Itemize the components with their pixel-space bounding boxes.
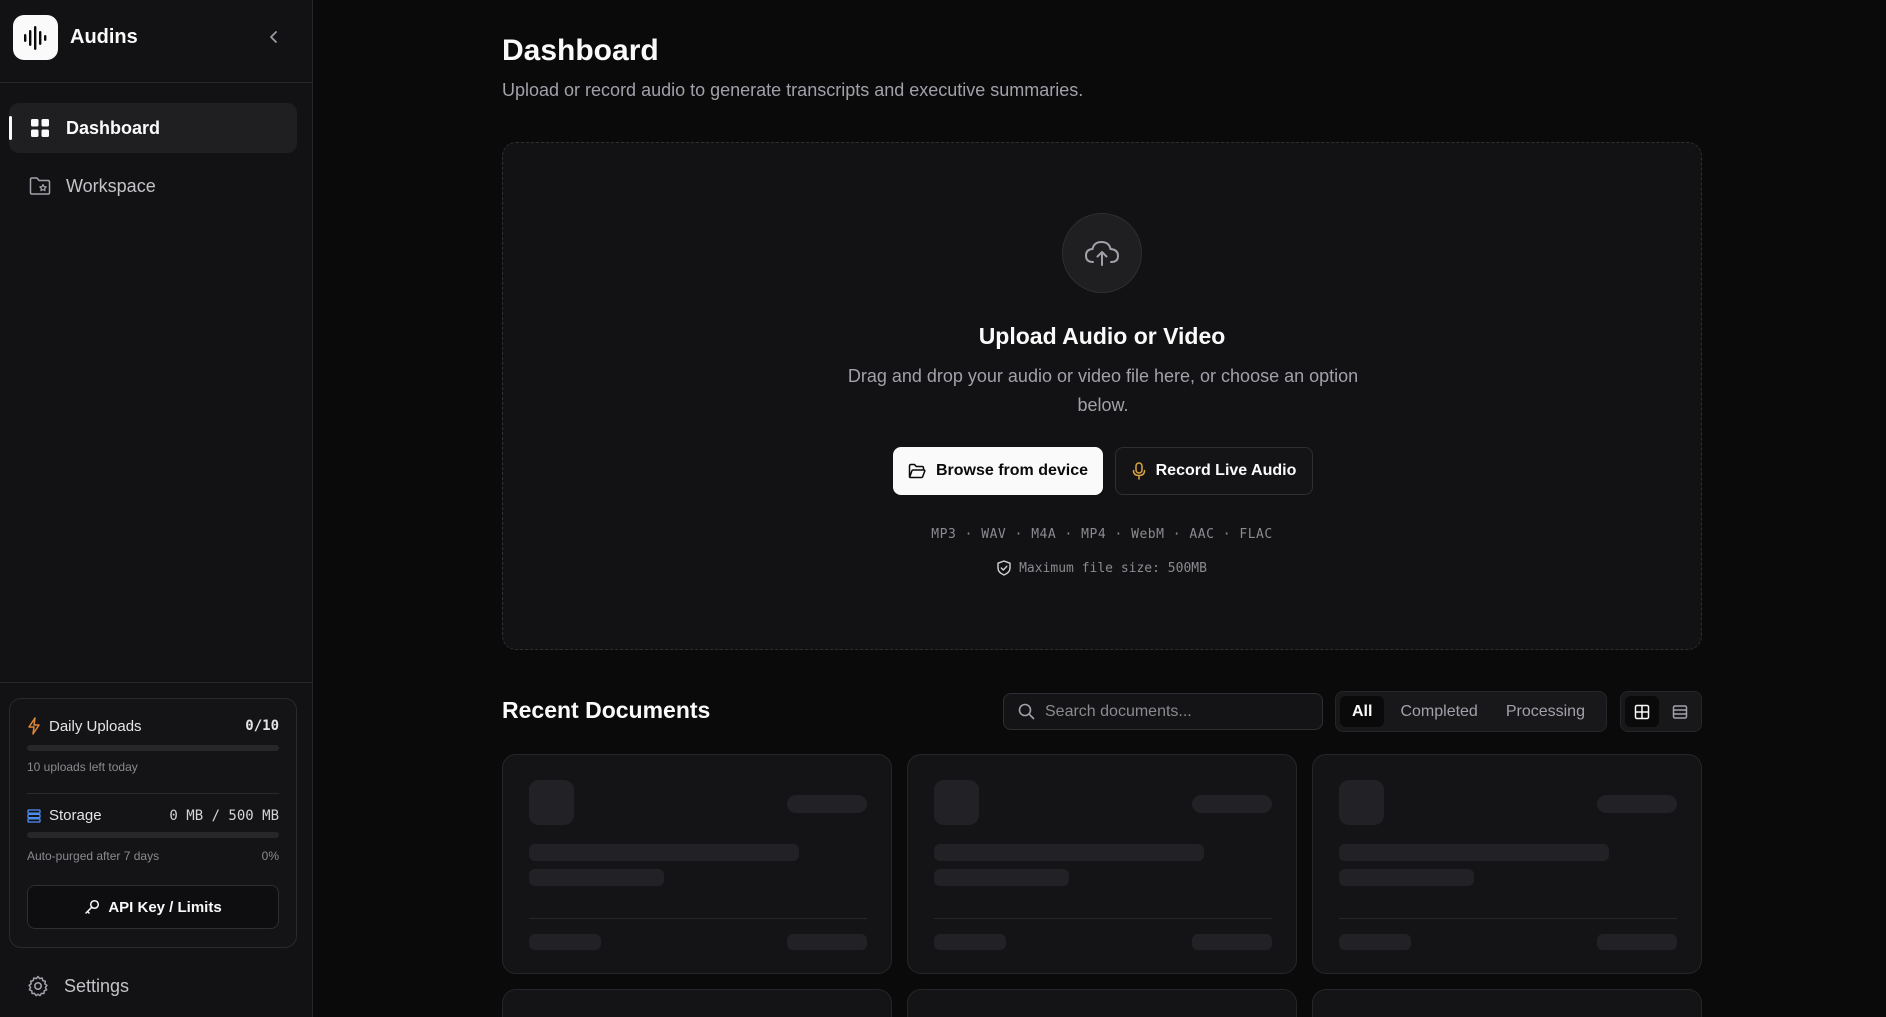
skeleton-meta-left <box>1339 934 1411 950</box>
skeleton-subtitle <box>1339 869 1474 886</box>
upload-title: Upload Audio or Video <box>978 323 1226 349</box>
api-key-limits-button[interactable]: API Key / Limits <box>27 885 279 929</box>
daily-uploads-progress-bar <box>27 745 279 751</box>
sidebar-item-settings[interactable]: Settings <box>26 974 129 998</box>
skeleton-title <box>934 844 1204 861</box>
list-view-icon <box>1672 704 1688 719</box>
document-card-skeleton <box>502 989 892 1017</box>
max-file-size-label: Maximum file size: 500MB <box>1019 560 1207 576</box>
folder-open-icon <box>908 463 926 479</box>
key-icon <box>85 899 100 914</box>
search-icon <box>1018 703 1035 720</box>
usage-card: Daily Uploads 0/10 10 uploads left today <box>9 698 297 948</box>
skeleton-thumbnail <box>529 780 574 825</box>
grid-view-button[interactable] <box>1625 696 1659 727</box>
sidebar-divider <box>0 682 312 683</box>
storage-percent: 0% <box>261 849 279 863</box>
daily-uploads-label: Daily Uploads <box>49 717 142 735</box>
app-root: Audins Dashboard Workspace Daily Uploads… <box>0 0 1886 1017</box>
skeleton-divider <box>1339 918 1677 919</box>
skeleton-divider <box>529 918 867 919</box>
storage-progress-bar <box>27 832 279 838</box>
storage-icon <box>27 808 41 823</box>
shield-check-icon <box>997 560 1011 576</box>
search-documents-input[interactable] <box>1045 702 1295 721</box>
gear-icon <box>28 975 48 997</box>
upload-dropzone[interactable]: Upload Audio or Video Drag and drop your… <box>502 142 1702 650</box>
record-live-audio-label: Record Live Audio <box>1155 462 1297 479</box>
app-name: Audins <box>70 26 138 48</box>
storage-purge-note: Auto-purged after 7 days <box>27 849 160 863</box>
brand-header: Audins <box>0 0 312 83</box>
api-key-limits-label: API Key / Limits <box>108 898 222 916</box>
supported-formats: MP3 · WAV · M4A · MP4 · WebM · AAC · FLA… <box>931 527 1273 542</box>
record-live-audio-button[interactable]: Record Live Audio <box>1115 447 1313 495</box>
page-subtitle: Upload or record audio to generate trans… <box>502 80 1084 100</box>
skeleton-badge <box>787 795 867 813</box>
usage-separator <box>27 793 279 794</box>
skeleton-meta-left <box>529 934 601 950</box>
collapse-sidebar-button[interactable] <box>262 25 286 49</box>
skeleton-badge <box>1192 795 1272 813</box>
grid-icon <box>29 117 51 139</box>
storage-value: 0 MB / 500 MB <box>169 807 279 824</box>
browse-device-button[interactable]: Browse from device <box>893 447 1103 495</box>
status-filter-tabs: All Completed Processing <box>1335 691 1607 732</box>
active-indicator <box>9 116 12 140</box>
daily-uploads-value: 0/10 <box>245 718 279 734</box>
skeleton-meta-left <box>934 934 1006 950</box>
document-card-skeleton <box>502 754 892 974</box>
skeleton-title <box>1339 844 1609 861</box>
upload-description: Drag and drop your audio or video file h… <box>847 366 1359 415</box>
folder-star-icon <box>29 175 51 197</box>
microphone-icon <box>1132 462 1145 480</box>
sidebar: Audins Dashboard Workspace Daily Uploads… <box>0 0 313 1017</box>
skeleton-divider <box>934 918 1272 919</box>
skeleton-title <box>529 844 799 861</box>
document-card-skeleton <box>1312 754 1702 974</box>
cloud-upload-icon <box>1062 213 1142 293</box>
document-card-skeleton <box>907 754 1297 974</box>
skeleton-subtitle <box>934 869 1069 886</box>
sidebar-item-workspace[interactable]: Workspace <box>9 161 297 211</box>
sidebar-item-label: Workspace <box>66 175 156 196</box>
list-view-button[interactable] <box>1663 696 1697 727</box>
recent-documents-title: Recent Documents <box>502 697 711 723</box>
sidebar-item-dashboard[interactable]: Dashboard <box>9 103 297 153</box>
skeleton-thumbnail <box>1339 780 1384 825</box>
grid-view-icon <box>1634 704 1650 719</box>
filter-processing-tab[interactable]: Processing <box>1494 696 1597 727</box>
max-file-size: Maximum file size: 500MB <box>503 560 1701 576</box>
skeleton-meta-right <box>1192 934 1272 950</box>
chevron-left-icon <box>270 31 277 43</box>
document-card-skeleton <box>1312 989 1702 1017</box>
browse-device-label: Browse from device <box>935 462 1089 479</box>
storage-row: Storage 0 MB / 500 MB <box>27 807 279 824</box>
daily-uploads-remaining: 10 uploads left today <box>27 760 138 774</box>
sidebar-item-label: Dashboard <box>66 117 161 138</box>
daily-uploads-row: Daily Uploads 0/10 <box>27 717 279 735</box>
document-card-skeleton <box>907 989 1297 1017</box>
page-title: Dashboard <box>502 34 659 67</box>
skeleton-subtitle <box>529 869 664 886</box>
skeleton-meta-right <box>1597 934 1677 950</box>
view-mode-toggle <box>1620 691 1702 732</box>
storage-label: Storage <box>49 807 102 824</box>
filter-all-tab[interactable]: All <box>1340 696 1385 727</box>
filter-completed-tab[interactable]: Completed <box>1388 696 1489 727</box>
settings-label: Settings <box>64 975 130 996</box>
search-documents-field[interactable] <box>1003 693 1323 730</box>
skeleton-badge <box>1597 795 1677 813</box>
skeleton-thumbnail <box>934 780 979 825</box>
audio-wave-logo-icon <box>13 15 58 60</box>
skeleton-meta-right <box>787 934 867 950</box>
lightning-bolt-icon <box>28 717 40 735</box>
